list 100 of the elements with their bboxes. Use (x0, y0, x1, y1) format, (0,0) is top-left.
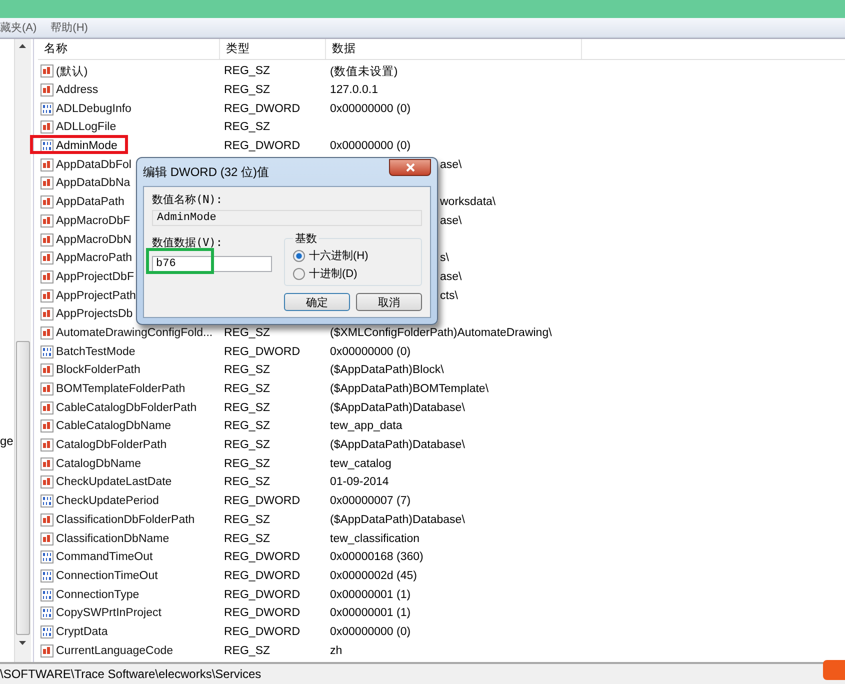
string-value-icon (40, 512, 54, 527)
dialog-button[interactable]: 取消 (356, 293, 422, 311)
table-cell-text: 127.0.0.1 (329, 84, 378, 96)
table-cell-text: REG_SZ (223, 402, 270, 414)
value-name-text: AppProjectPath (56, 290, 136, 302)
string-value-icon (40, 419, 54, 434)
value-name[interactable]: CheckUpdatePeriod (38, 494, 159, 508)
value-name-text: BatchTestMode (56, 346, 136, 358)
value-name[interactable]: CryptData (38, 624, 108, 639)
string-value-icon (40, 270, 54, 284)
table-cell-text: REG_SZ (223, 420, 270, 432)
value-name-text: AppMacroDbN (56, 234, 132, 246)
radio-option[interactable]: 十六进制(H) (293, 248, 368, 263)
value-name-text: CommandTimeOut (56, 551, 153, 564)
table-cell-text: REG_SZ (223, 458, 270, 470)
table-cell-text: ($AppDataPath)Block\ (329, 364, 444, 376)
value-name[interactable]: AutomateDrawingConfigFold... (38, 326, 213, 340)
scroll-thumb[interactable] (16, 341, 30, 635)
value-name[interactable]: BlockFolderPath (38, 363, 140, 378)
value-name-text: AppDataPath (56, 196, 124, 208)
value-data-field[interactable]: b76 (152, 256, 272, 272)
value-name[interactable]: AppProjectPath (38, 288, 136, 303)
value-name[interactable]: BOMTemplateFolderPath (38, 382, 186, 396)
table-cell-text: REG_SZ (223, 514, 270, 526)
value-name-text: CopySWPrtInProject (56, 607, 162, 620)
table-cell-text: 0x00000168 (360) (329, 551, 424, 564)
table-cell-text: tew_classification (329, 532, 420, 545)
value-name-text: ADLLogFile (56, 121, 116, 134)
string-value-icon (40, 644, 54, 658)
value-name[interactable]: CopySWPrtInProject (38, 606, 162, 620)
value-name[interactable]: ConnectionType (38, 588, 140, 602)
tree-item[interactable]: ge (0, 434, 14, 448)
table-cell: ase\ (440, 214, 462, 227)
table-cell-text: ($AppDataPath)Database\ (329, 439, 465, 452)
table-cell: s\ (440, 252, 449, 264)
value-name[interactable]: AdminMode (38, 139, 118, 154)
dialog-button[interactable]: 确定 (284, 293, 350, 311)
status-bar: \SOFTWARE\Trace Software\elecworks\Services (0, 662, 845, 684)
table-cell-text: REG_DWORD (223, 588, 300, 601)
value-name[interactable]: CurrentLanguageCode (38, 644, 174, 658)
value-name[interactable]: CatalogDbFolderPath (38, 438, 167, 452)
column-header[interactable]: 数据 (326, 39, 582, 59)
table-cell-text: 0x00000001 (1) (329, 607, 411, 620)
binary-value-icon (40, 344, 54, 359)
value-name[interactable]: ADLDebugInfo (38, 102, 132, 116)
value-name[interactable]: CheckUpdateLastDate (38, 475, 172, 490)
value-name[interactable]: CableCatalogDbFolderPath (38, 400, 197, 415)
string-value-icon (40, 475, 54, 490)
value-name[interactable]: AppProjectsDb (38, 307, 133, 322)
value-name-text: AppDataDbNa (56, 177, 130, 190)
string-value-icon (40, 532, 54, 546)
value-name-text: CheckUpdatePeriod (56, 495, 159, 508)
value-name[interactable]: BatchTestMode (38, 344, 136, 359)
menu-item[interactable]: 帮助(H) (50, 20, 88, 35)
value-name[interactable]: Address (38, 83, 98, 98)
value-name-text: Address (56, 84, 98, 96)
string-value-icon (40, 64, 54, 78)
column-header[interactable]: 名称 (38, 39, 220, 59)
table-cell-text: REG_DWORD (223, 570, 300, 582)
value-name[interactable]: AppDataDbFol (38, 158, 132, 172)
value-name[interactable]: ClassificationDbName (38, 532, 170, 546)
table-cell-text: 0x00000000 (0) (329, 626, 411, 638)
value-name[interactable]: (默认) (38, 64, 88, 79)
table-cell-text: REG_DWORD (223, 626, 300, 638)
table-cell-text: REG_SZ (223, 84, 270, 96)
value-name-text: BlockFolderPath (56, 364, 140, 376)
scroll-down-icon[interactable] (19, 641, 26, 645)
table-cell-text: zh (329, 644, 342, 657)
binary-value-icon (40, 568, 54, 583)
value-name[interactable]: CableCatalogDbName (38, 419, 172, 434)
value-name-field: AdminMode (152, 210, 422, 226)
value-name[interactable]: AppDataDbNa (38, 176, 130, 190)
field-label: 数值名称(N): (152, 192, 222, 207)
value-name-text: CryptData (56, 626, 108, 638)
binary-value-icon (40, 102, 54, 116)
scrollbar[interactable] (14, 39, 31, 662)
table-cell-text: REG_SZ (223, 476, 270, 488)
value-name-text: CatalogDbFolderPath (56, 439, 167, 452)
menu-item[interactable]: 藏夹(A) (0, 20, 37, 35)
value-name[interactable]: ADLLogFile (38, 120, 116, 134)
table-cell-text: REG_SZ (223, 439, 270, 452)
table-cell-text: REG_DWORD (223, 346, 300, 358)
value-name[interactable]: AppDataPath (38, 195, 124, 210)
scroll-up-icon[interactable] (19, 44, 26, 48)
value-name-text: BOMTemplateFolderPath (56, 383, 186, 396)
value-name[interactable]: ClassificationDbFolderPath (38, 512, 195, 527)
value-name[interactable]: CommandTimeOut (38, 550, 153, 564)
radio-option[interactable]: 十进制(D) (293, 266, 358, 281)
value-name[interactable]: AppMacroDbF (38, 214, 130, 228)
value-name[interactable]: AppProjectDbF (38, 270, 134, 284)
close-button[interactable] (389, 158, 431, 176)
value-name[interactable]: CatalogDbName (38, 456, 142, 471)
string-value-icon (40, 232, 54, 247)
value-name[interactable]: ConnectionTimeOut (38, 568, 158, 583)
string-value-icon (40, 83, 54, 98)
value-name[interactable]: AppMacroPath (38, 251, 132, 266)
column-header[interactable]: 类型 (220, 39, 326, 59)
value-name[interactable]: AppMacroDbN (38, 232, 132, 247)
table-cell-text: 0x0000002d (45) (329, 570, 417, 582)
value-name-text: CatalogDbName (56, 458, 142, 470)
